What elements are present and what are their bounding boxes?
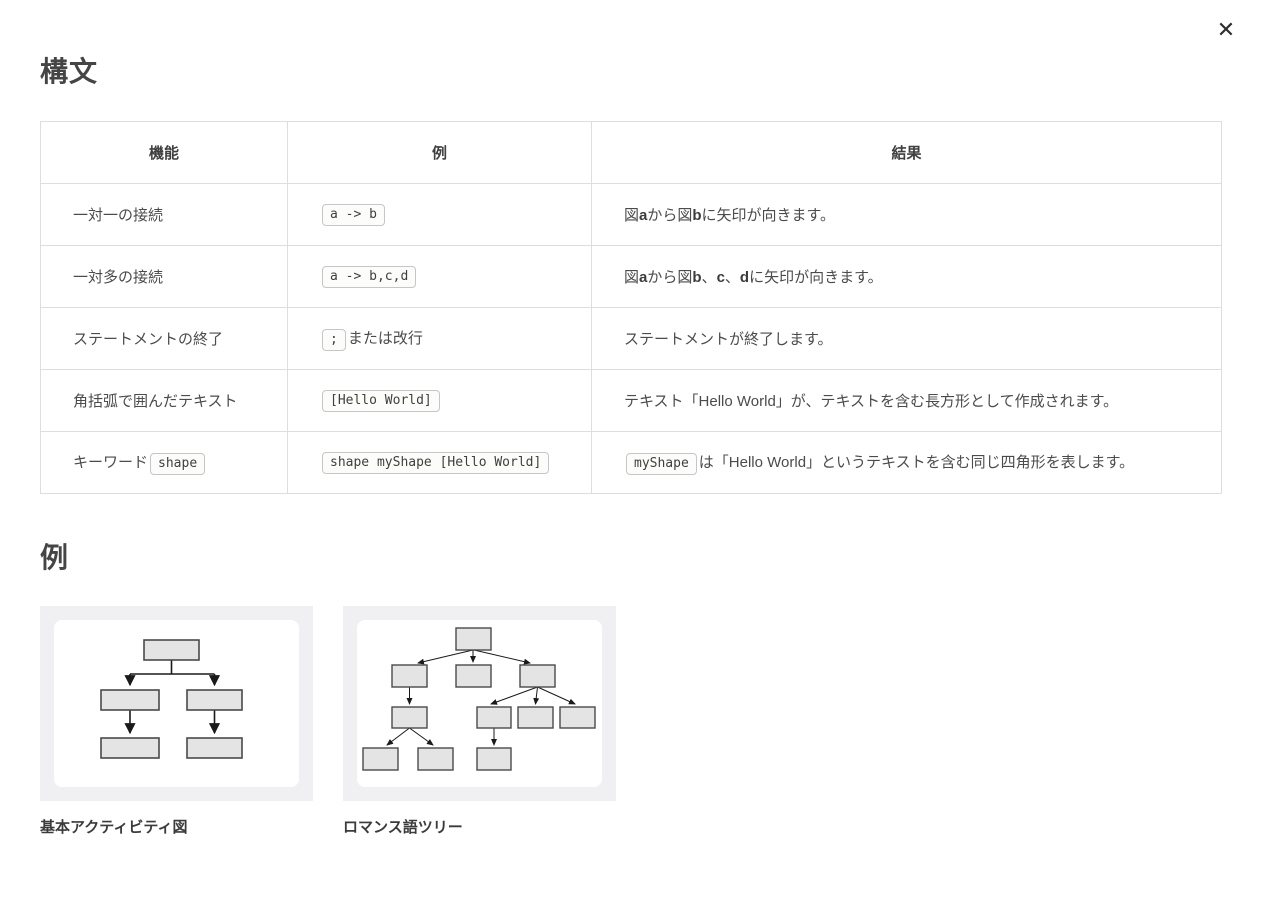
text-segment: から図 — [647, 269, 692, 286]
column-header-feature: 機能 — [41, 122, 288, 184]
example-thumbnail-romance-language-tree[interactable] — [343, 606, 616, 801]
text-segment: に矢印が向きます。 — [702, 207, 836, 224]
example-caption-romance-language-tree: ロマンス語ツリー — [343, 816, 616, 837]
table-cell-example: shape myShape [Hello World] — [288, 432, 592, 494]
table-header-row: 機能 例 結果 — [41, 122, 1222, 184]
table-cell-example: a -> b,c,d — [288, 246, 592, 308]
table-cell-result: myShapeは「Hello World」というテキストを含む同じ四角形を表しま… — [592, 432, 1222, 494]
table-cell-feature: 角括弧で囲んだテキスト — [41, 370, 288, 432]
text-segment: 一対一の接続 — [73, 207, 163, 224]
table-cell-feature: 一対一の接続 — [41, 184, 288, 246]
text-segment: 図 — [624, 207, 639, 224]
table-cell-feature: キーワードshape — [41, 432, 288, 494]
code-chip: a -> b — [322, 204, 385, 226]
syntax-table-body: 一対一の接続a -> b図aから図bに矢印が向きます。一対多の接続a -> b,… — [41, 184, 1222, 494]
text-segment: キーワード — [73, 454, 148, 471]
code-chip: shape myShape [Hello World] — [322, 452, 549, 474]
close-icon[interactable]: ✕ — [1211, 16, 1241, 46]
examples-heading: 例 — [40, 536, 1221, 576]
text-segment: は「Hello World」というテキストを含む同じ四角形を表します。 — [699, 454, 1134, 471]
table-row: 一対多の接続a -> b,c,d図aから図b、c、dに矢印が向きます。 — [41, 246, 1222, 308]
bold-text: d — [740, 269, 749, 286]
text-segment: テキスト「Hello World」が、テキストを含む長方形として作成されます。 — [624, 393, 1118, 410]
table-row: キーワードshape shape myShape [Hello World] myS… — [41, 432, 1222, 494]
text-segment: または改行 — [348, 330, 423, 347]
text-segment: 、 — [702, 269, 717, 286]
code-chip: a -> b,c,d — [322, 266, 416, 288]
text-segment: 角括弧で囲んだテキスト — [73, 393, 238, 410]
table-cell-example: a -> b — [288, 184, 592, 246]
table-cell-feature: ステートメントの終了 — [41, 308, 288, 370]
table-cell-feature: 一対多の接続 — [41, 246, 288, 308]
table-row: ステートメントの終了;または改行ステートメントが終了します。 — [41, 308, 1222, 370]
romance-language-tree-image — [358, 619, 601, 789]
table-cell-example: [Hello World] — [288, 370, 592, 432]
table-row: 一対一の接続a -> b図aから図bに矢印が向きます。 — [41, 184, 1222, 246]
example-thumbnail-basic-activity-diagram[interactable] — [40, 606, 313, 801]
text-segment: に矢印が向きます。 — [749, 269, 883, 286]
table-cell-result: 図aから図bに矢印が向きます。 — [592, 184, 1222, 246]
code-chip: ; — [322, 329, 346, 351]
example-card-romance-language-tree[interactable]: ロマンス語ツリー — [343, 606, 616, 837]
table-cell-example: ;または改行 — [288, 308, 592, 370]
page-title: 構文 — [40, 0, 1221, 90]
bold-text: b — [692, 269, 701, 286]
bold-text: c — [717, 269, 725, 286]
table-row: 角括弧で囲んだテキスト [Hello World] テキスト「Hello World… — [41, 370, 1222, 432]
example-card-basic-activity-diagram[interactable]: 基本アクティビティ図 — [40, 606, 313, 837]
table-cell-result: テキスト「Hello World」が、テキストを含む長方形として作成されます。 — [592, 370, 1222, 432]
text-segment: から図 — [647, 207, 692, 224]
syntax-table: 機能 例 結果 一対一の接続a -> b図aから図bに矢印が向きます。一対多の接… — [40, 121, 1222, 494]
table-cell-result: ステートメントが終了します。 — [592, 308, 1222, 370]
column-header-example: 例 — [288, 122, 592, 184]
basic-activity-diagram-image — [54, 619, 299, 789]
column-header-result: 結果 — [592, 122, 1222, 184]
code-chip: myShape — [626, 453, 697, 475]
text-segment: ステートメントの終了 — [73, 331, 223, 348]
text-segment: 一対多の接続 — [73, 269, 163, 286]
example-caption-basic-activity-diagram: 基本アクティビティ図 — [40, 816, 313, 837]
bold-text: b — [692, 207, 701, 224]
syntax-help-dialog: ✕ 構文 機能 例 結果 一対一の接続a -> b図aから図bに矢印が向きます。… — [0, 0, 1261, 905]
text-segment: ステートメントが終了します。 — [624, 331, 833, 348]
table-cell-result: 図aから図b、c、dに矢印が向きます。 — [592, 246, 1222, 308]
examples-row: 基本アクティビティ図 — [40, 606, 1221, 837]
text-segment: 図 — [624, 269, 639, 286]
text-segment: 、 — [725, 269, 740, 286]
code-chip: shape — [150, 453, 205, 475]
code-chip: [Hello World] — [322, 390, 440, 412]
